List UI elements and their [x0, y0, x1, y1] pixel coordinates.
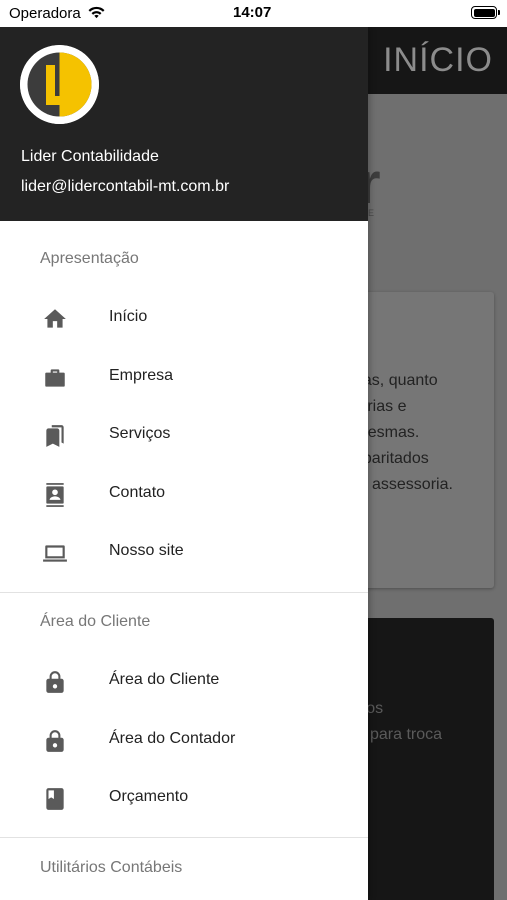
drawer-header: Lider Contabilidade lider@lidercontabil-… — [0, 27, 368, 221]
section-label-apresentacao: Apresentação — [40, 250, 139, 267]
nav-item-label: Área do Cliente — [109, 671, 220, 688]
section-label-area-do-cliente: Área do Cliente — [40, 613, 151, 630]
section-divider — [0, 837, 368, 838]
book-icon — [46, 788, 64, 810]
nav-item-label: Empresa — [109, 367, 174, 384]
nav-item-label: Contato — [109, 484, 166, 501]
section-divider — [0, 592, 368, 593]
status-bar: Operadora 14:07 — [0, 0, 507, 27]
section-label-utilitarios-contabeis: Utilitários Contábeis — [40, 859, 183, 876]
logo-sub-fragment: E — [368, 208, 375, 218]
navigation-drawer: Lider Contabilidade lider@lidercontabil-… — [0, 27, 368, 900]
page-title: INÍCIO — [383, 41, 493, 79]
lock-icon — [46, 730, 64, 752]
carrier-label: Operadora — [9, 5, 81, 22]
bookmarks-icon — [46, 425, 64, 447]
nav-item-label: Nosso site — [109, 542, 184, 559]
briefcase-icon — [45, 369, 65, 387]
wifi-icon — [88, 6, 105, 19]
account-email: lider@lidercontabil-mt.com.br — [21, 178, 230, 195]
nav-item-nosso-site[interactable]: Nosso site — [0, 524, 368, 580]
nav-item-label: Serviços — [109, 425, 171, 442]
account-name: Lider Contabilidade — [21, 148, 159, 165]
nav-item-label: Orçamento — [109, 788, 189, 805]
logo-icon — [20, 45, 99, 124]
nav-item-label: Área do Contador — [109, 730, 236, 747]
lock-icon — [46, 671, 64, 693]
card-text-line: assessoria. — [372, 476, 453, 493]
nav-item-area-do-cliente[interactable]: Área do Cliente — [0, 653, 368, 709]
contact-card-icon — [46, 483, 64, 507]
nav-item-inicio[interactable]: Início — [0, 290, 368, 346]
clock: 14:07 — [233, 4, 272, 21]
dark-card-text-line: para troca — [370, 726, 443, 743]
nav-item-label: Início — [109, 308, 148, 325]
home-icon — [44, 309, 66, 328]
nav-item-servicos[interactable]: Serviços — [0, 407, 368, 463]
nav-item-empresa[interactable]: Empresa — [0, 349, 368, 405]
nav-item-contato[interactable]: Contato — [0, 466, 368, 522]
nav-item-orcamento[interactable]: Orçamento — [0, 770, 368, 826]
laptop-icon — [43, 545, 67, 562]
company-logo — [20, 45, 99, 124]
battery-icon — [471, 6, 500, 19]
nav-item-area-do-contador[interactable]: Área do Contador — [0, 712, 368, 768]
